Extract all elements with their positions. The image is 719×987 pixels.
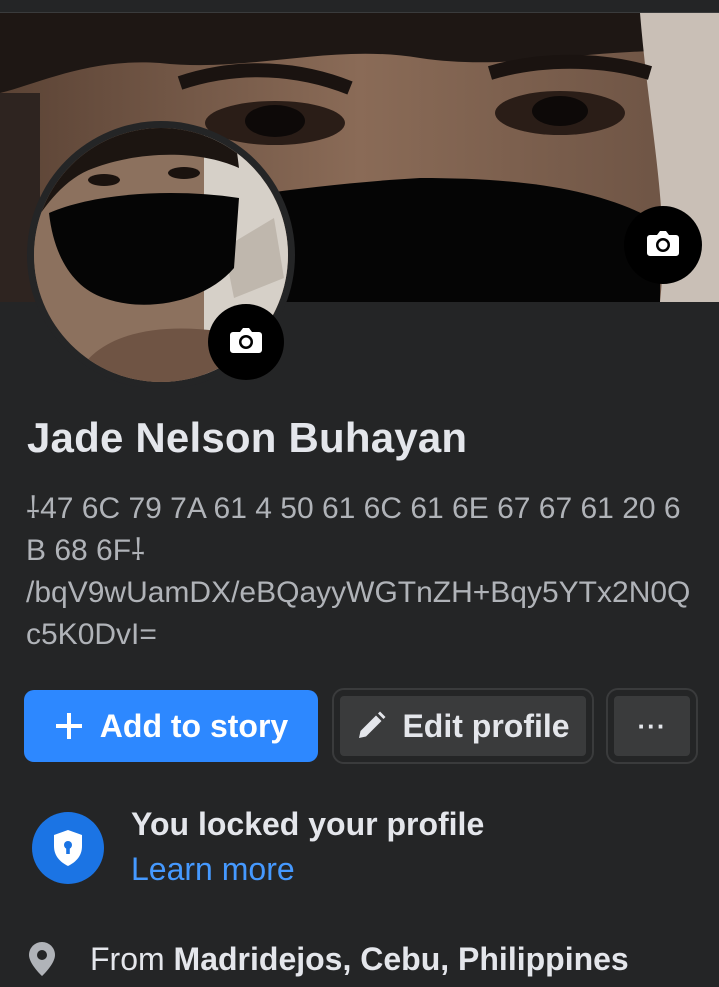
hometown-row: From Madridejos, Cebu, Philippines [28,935,708,983]
add-to-story-label: Add to story [99,707,289,744]
top-bar [0,0,719,13]
avatar-camera-button[interactable] [208,304,284,380]
pencil-icon [356,711,386,741]
hometown-text: From Madridejos, Cebu, Philippines [90,941,629,978]
learn-more-link[interactable]: Learn more [131,851,295,888]
add-to-story-button[interactable]: Add to story [24,690,318,762]
profile-locked-notice: You locked your profile Learn more [32,804,692,894]
profile-page: Jade Nelson Buhayan ⸸47 6C 79 7A 61 4 50… [0,0,719,987]
more-icon: ··· [637,710,667,741]
edit-profile-button[interactable]: Edit profile [332,688,594,764]
profile-name: Jade Nelson Buhayan [27,414,468,461]
more-options-button[interactable]: ··· [606,688,698,764]
locked-title: You locked your profile [131,806,485,842]
profile-bio: ⸸47 6C 79 7A 61 4 50 61 6C 61 6E 67 67 6… [26,492,691,651]
shield-lock-icon [32,812,104,884]
map-pin-icon [28,941,62,977]
hometown-value[interactable]: Madridejos, Cebu, Philippines [174,941,629,977]
hometown-prefix: From [90,940,174,977]
camera-icon [646,229,680,262]
camera-icon [229,326,263,359]
plus-icon [54,711,84,741]
cover-camera-button[interactable] [624,206,702,284]
edit-profile-label: Edit profile [402,707,570,744]
